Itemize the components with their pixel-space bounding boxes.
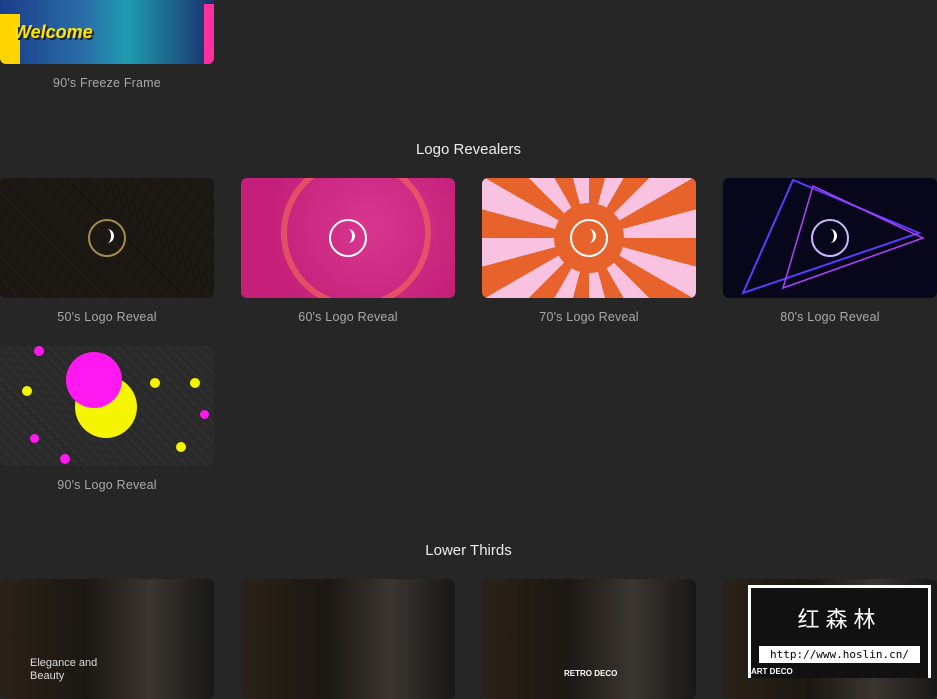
card-label: 90's Freeze Frame <box>53 76 161 90</box>
logo-badge-icon <box>570 219 608 257</box>
thumbnail[interactable] <box>241 579 455 699</box>
thumbnail[interactable] <box>0 178 214 298</box>
template-card-50s-logo-reveal[interactable]: 50's Logo Reveal <box>0 178 214 324</box>
card-label: 90's Logo Reveal <box>57 478 157 492</box>
card-label: 70's Logo Reveal <box>539 310 639 324</box>
thumb-title-text: RETRO DECO <box>564 669 618 678</box>
section-title-logo-revealers: Logo Revealers <box>415 141 522 158</box>
card-label: 80's Logo Reveal <box>780 310 880 324</box>
thumb-title-text: ART DECO <box>751 667 793 676</box>
template-card-60s-logo-reveal[interactable]: 60's Logo Reveal <box>241 178 455 324</box>
card-label: 60's Logo Reveal <box>298 310 398 324</box>
watermark: 红森林 http://www.hoslin.cn/ <box>748 585 931 678</box>
template-card-90s-logo-reveal[interactable]: 90's Logo Reveal <box>0 346 214 492</box>
logo-badge-icon <box>811 219 849 257</box>
thumbnail[interactable] <box>241 178 455 298</box>
thumbnail[interactable] <box>723 178 937 298</box>
template-card-lower-third-2[interactable] <box>241 579 455 699</box>
thumb-welcome-text: Welcome <box>14 22 93 42</box>
thumbnail[interactable] <box>0 346 214 466</box>
section-title-lower-thirds: Lower Thirds <box>425 542 512 559</box>
logo-badge-icon <box>329 219 367 257</box>
template-card-70s-logo-reveal[interactable]: 70's Logo Reveal <box>482 178 696 324</box>
watermark-url: http://www.hoslin.cn/ <box>759 646 920 663</box>
thumbnail[interactable]: Elegance and Beauty <box>0 579 214 699</box>
thumbnail[interactable]: RETRO DECO <box>482 579 696 699</box>
logo-badge-icon <box>88 219 126 257</box>
thumbnail[interactable]: Welcome <box>0 0 214 64</box>
template-card-90s-freeze-frame[interactable]: Welcome 90's Freeze Frame <box>0 0 214 90</box>
watermark-title: 红森林 <box>797 607 882 632</box>
template-card-lower-third-1[interactable]: Elegance and Beauty <box>0 579 214 699</box>
template-card-lower-third-3[interactable]: RETRO DECO <box>482 579 696 699</box>
template-card-80s-logo-reveal[interactable]: 80's Logo Reveal <box>723 178 937 324</box>
thumb-title-text: Elegance and Beauty <box>30 657 98 682</box>
thumbnail[interactable] <box>482 178 696 298</box>
card-label: 50's Logo Reveal <box>57 310 157 324</box>
